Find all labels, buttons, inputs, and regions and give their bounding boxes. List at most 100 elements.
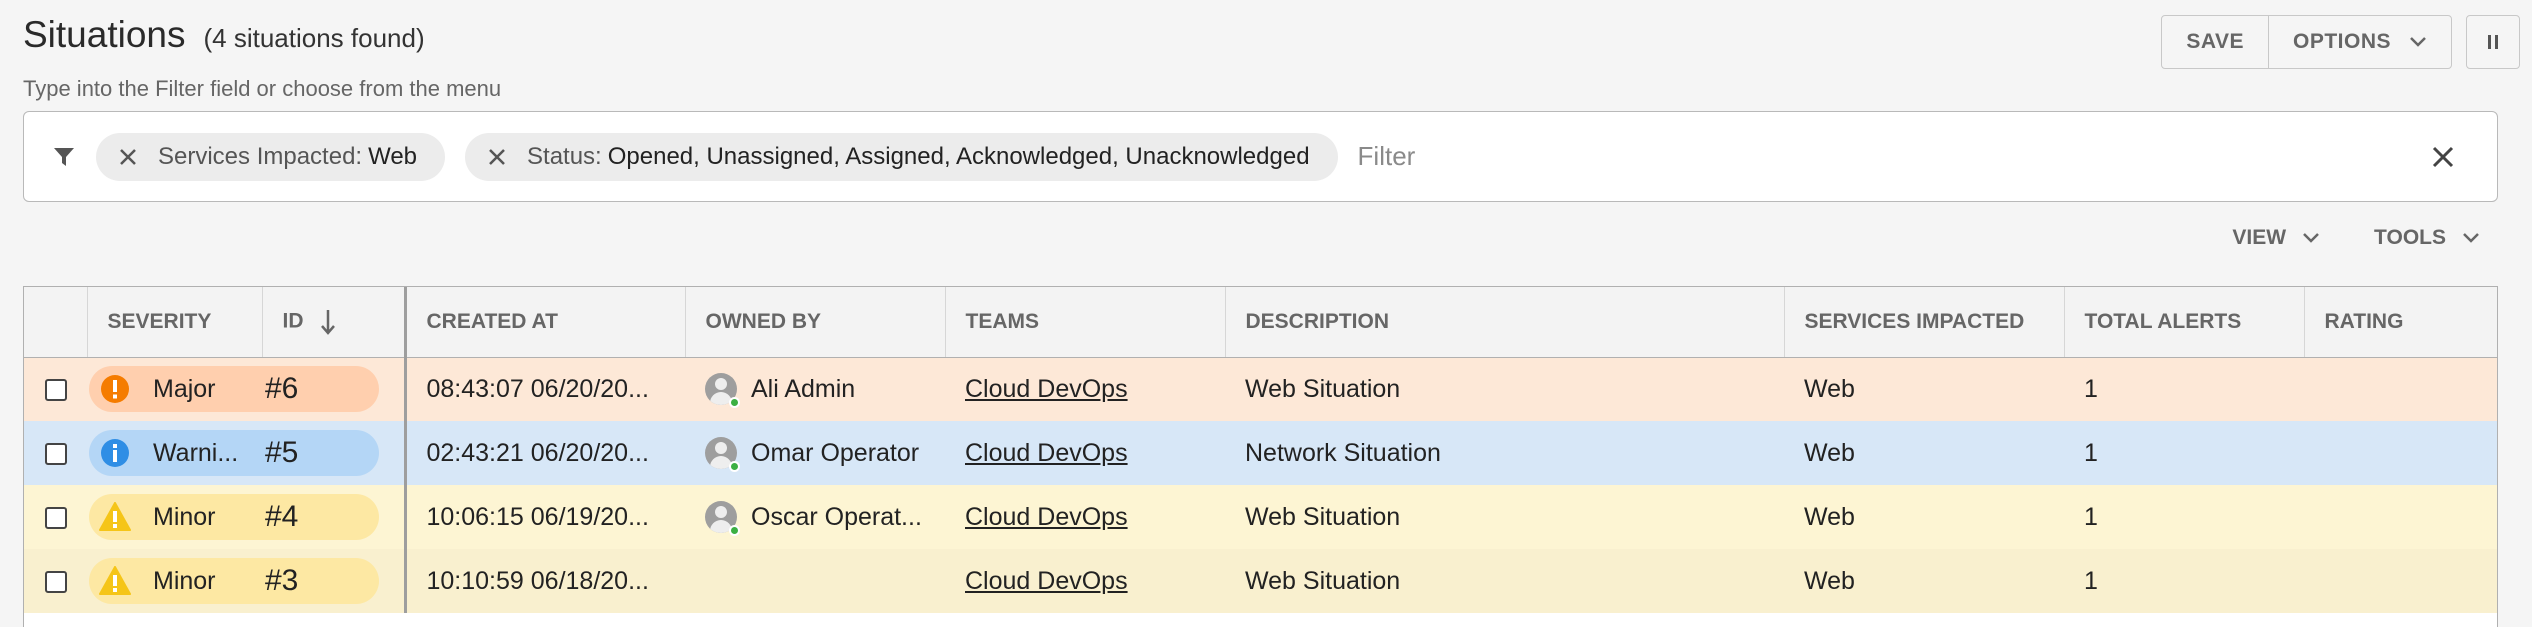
warning-icon <box>99 501 131 533</box>
column-header-teams[interactable]: TEAMS <box>945 287 1226 358</box>
description-cell: Web Situation <box>1245 374 1401 403</box>
team-cell: Cloud DevOps <box>945 485 1225 549</box>
severity-id-cell: Minor #3 <box>87 549 407 613</box>
filter-funnel-icon[interactable] <box>52 145 76 169</box>
column-header-severity[interactable]: SEVERITY <box>87 287 263 358</box>
toolbar: SAVE OPTIONS <box>2161 15 2452 69</box>
avatar <box>705 437 740 472</box>
avatar <box>705 373 740 409</box>
save-label: SAVE <box>2186 30 2244 53</box>
remove-chip-icon[interactable] <box>481 141 513 173</box>
chip-key: Services Impacted: <box>158 142 363 170</box>
rating-cell <box>2304 357 2497 421</box>
tools-menu-button[interactable]: TOOLS <box>2374 226 2480 250</box>
sort-descending-icon <box>321 309 336 335</box>
rating-cell <box>2304 549 2497 613</box>
severity-id-cell: Warni... #5 <box>87 421 407 485</box>
services-cell: Web <box>1804 566 1855 595</box>
situation-id: #5 <box>265 436 299 469</box>
severity-label: Minor <box>153 502 216 531</box>
chip-value: Opened, Unassigned, Assigned, Acknowledg… <box>607 142 1310 170</box>
filter-input[interactable] <box>1357 132 2423 181</box>
description-cell: Network Situation <box>1245 438 1441 467</box>
row-checkbox[interactable] <box>44 442 67 465</box>
filter-chip-status: Status: Opened, Unassigned, Assigned, Ac… <box>465 132 1338 181</box>
table-row[interactable]: Minor #3 10:10:59 06/18/20... Cloud DevO… <box>24 549 2497 613</box>
column-header-total-alerts[interactable]: TOTAL ALERTS <box>2064 287 2305 358</box>
filter-hint: Type into the Filter field or choose fro… <box>23 76 502 101</box>
column-header-id-label: ID <box>282 309 304 333</box>
owner-name: Ali Admin <box>751 374 856 403</box>
page-header: Situations (4 situations found) <box>23 14 425 56</box>
row-checkbox[interactable] <box>44 379 67 402</box>
chip-value: Web <box>368 142 418 170</box>
team-cell: Cloud DevOps <box>945 549 1225 613</box>
save-button[interactable]: SAVE <box>2162 16 2268 68</box>
column-header-rating[interactable]: RATING <box>2304 287 2497 358</box>
total-alerts-cell: 1 <box>2084 566 2098 595</box>
services-cell: Web <box>1804 374 1855 403</box>
owner-name: Oscar Operat... <box>751 502 922 531</box>
created-at-cell: 10:10:59 06/18/20... <box>426 566 649 595</box>
row-checkbox[interactable] <box>44 570 67 593</box>
online-status-dot <box>729 461 740 472</box>
row-select-cell <box>24 421 87 485</box>
description-cell: Web Situation <box>1245 502 1401 531</box>
description-cell: Web Situation <box>1245 566 1401 595</box>
severity-pill: Minor #3 <box>89 558 379 604</box>
filter-chip-services: Services Impacted: Web <box>96 132 446 181</box>
view-menu-button[interactable]: VIEW <box>2232 226 2320 250</box>
severity-id-cell: Major #6 <box>87 357 407 421</box>
table-row[interactable]: Warni... #5 02:43:21 06/20/20... Omar Op… <box>24 421 2497 485</box>
pause-button[interactable] <box>2466 15 2520 69</box>
row-select-cell <box>24 549 87 613</box>
owner-cell: Oscar Operat... <box>685 485 945 549</box>
error-icon <box>99 373 131 405</box>
severity-pill: Major #6 <box>89 366 379 413</box>
team-cell: Cloud DevOps <box>945 421 1225 485</box>
column-header-created-at[interactable]: CREATED AT <box>405 287 686 358</box>
total-alerts-cell: 1 <box>2084 374 2098 403</box>
remove-chip-icon[interactable] <box>112 141 144 173</box>
row-checkbox[interactable] <box>44 506 67 529</box>
online-status-dot <box>729 525 740 536</box>
services-cell: Web <box>1804 438 1855 467</box>
select-all-header <box>24 287 88 358</box>
options-button[interactable]: OPTIONS <box>2267 16 2451 68</box>
tools-label: TOOLS <box>2374 226 2446 249</box>
owner-cell <box>685 549 945 613</box>
table-row[interactable]: Major #6 08:43:07 06/20/20... Ali Admin … <box>24 357 2497 421</box>
row-select-cell <box>24 485 87 549</box>
team-link[interactable]: Cloud DevOps <box>965 375 1128 403</box>
page-title: Situations <box>23 14 186 55</box>
clear-filters-icon[interactable] <box>2423 137 2463 177</box>
rating-cell <box>2304 485 2497 549</box>
situations-grid: SEVERITY ID CREATED AT OWNED BY TEAMS DE… <box>23 286 2498 627</box>
severity-label: Minor <box>153 566 216 595</box>
situation-id: #3 <box>265 564 299 597</box>
column-header-services-impacted[interactable]: SERVICES IMPACTED <box>1784 287 2065 358</box>
team-link[interactable]: Cloud DevOps <box>965 503 1128 531</box>
rating-cell <box>2304 421 2497 485</box>
situation-id: #6 <box>265 372 299 406</box>
pause-icon <box>2488 35 2498 49</box>
column-header-id[interactable]: ID <box>262 287 407 358</box>
team-cell: Cloud DevOps <box>945 357 1225 421</box>
severity-label: Major <box>153 374 216 403</box>
situations-table: SEVERITY ID CREATED AT OWNED BY TEAMS DE… <box>24 287 2497 613</box>
severity-pill: Minor #4 <box>89 494 379 540</box>
column-header-owned-by[interactable]: OWNED BY <box>685 287 946 358</box>
options-label: OPTIONS <box>2292 30 2391 53</box>
owner-cell: Ali Admin <box>685 357 945 421</box>
team-link[interactable]: Cloud DevOps <box>965 567 1128 595</box>
column-header-description[interactable]: DESCRIPTION <box>1225 287 1785 358</box>
table-row[interactable]: Minor #4 10:06:15 06/19/20... Oscar Oper… <box>24 485 2497 549</box>
chevron-down-icon <box>2410 37 2426 47</box>
warning-icon <box>99 565 131 597</box>
created-at-cell: 08:43:07 06/20/20... <box>426 374 649 403</box>
team-link[interactable]: Cloud DevOps <box>965 439 1128 467</box>
created-at-cell: 10:06:15 06/19/20... <box>426 502 649 531</box>
severity-pill: Warni... #5 <box>89 430 379 476</box>
view-label: VIEW <box>2232 226 2287 249</box>
info-icon <box>99 437 131 469</box>
